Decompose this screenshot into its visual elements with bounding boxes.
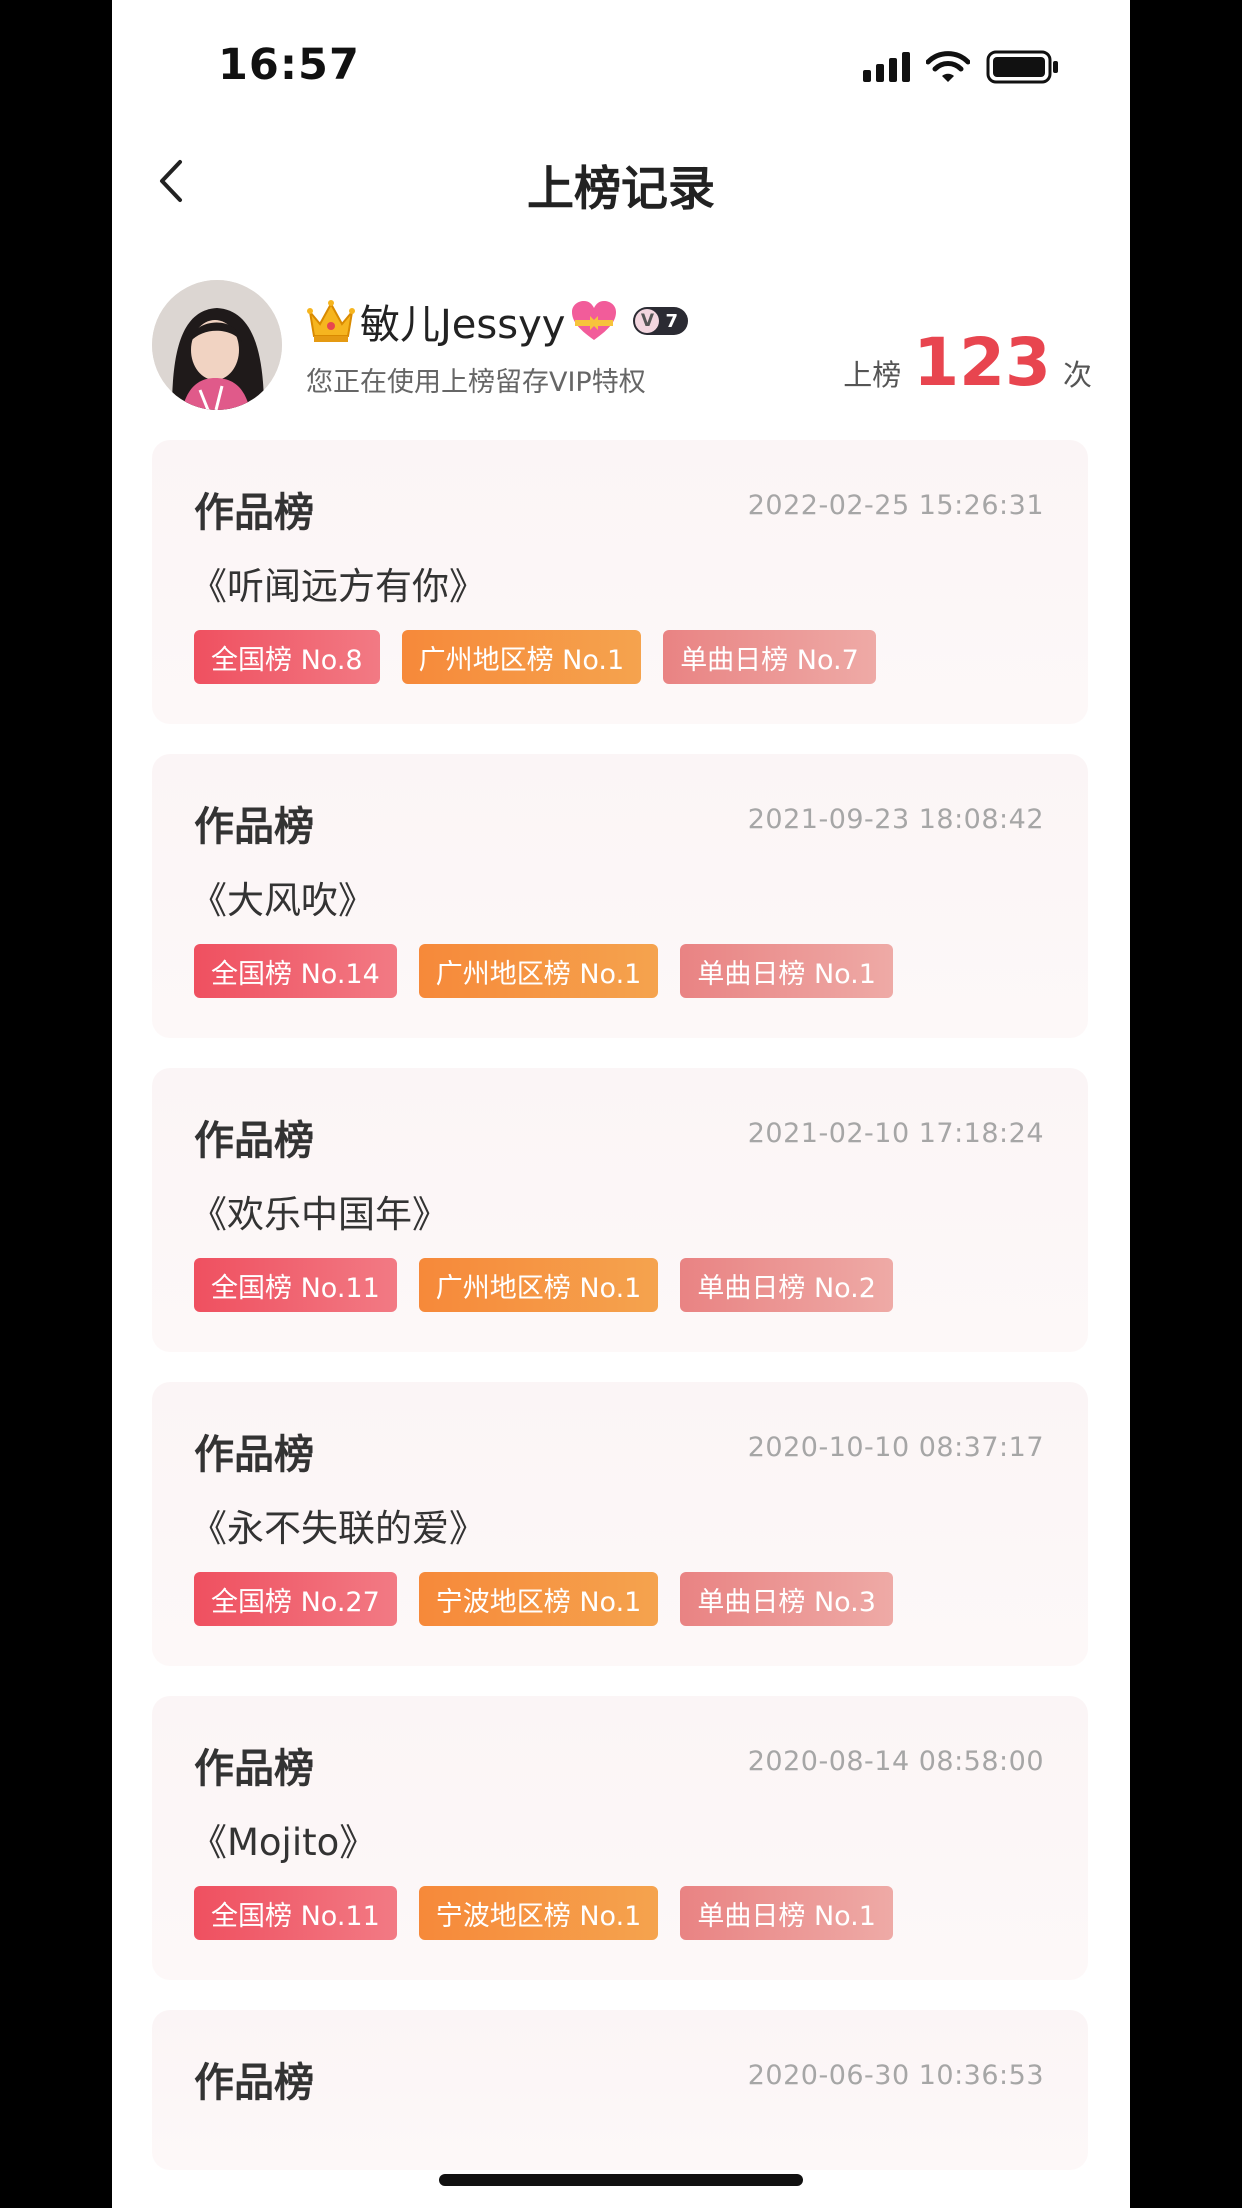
record-card[interactable]: 作品榜 2022-02-25 15:26:31 《听闻远方有你》 全国榜 No.… (152, 440, 1088, 724)
tag-daily[interactable]: 单曲日榜 No.1 (680, 944, 893, 998)
card-time: 2020-08-14 08:58:00 (747, 1746, 1044, 1777)
card-title: 作品榜 (194, 1118, 314, 1164)
heart-icon (569, 298, 619, 344)
tag-row: 全国榜 No.14 广州地区榜 No.1 单曲日榜 No.1 (194, 944, 893, 998)
record-card[interactable]: 作品榜 2020-06-30 10:36:53 (152, 2010, 1088, 2170)
card-title: 作品榜 (194, 804, 314, 850)
rank-number: 123 (913, 324, 1051, 401)
profile-header: 敏儿Jessyy V 7 您正在使用上榜留存VIP特权 上榜 123 次 (152, 280, 1092, 410)
tag-region[interactable]: 广州地区榜 No.1 (418, 944, 659, 998)
record-card[interactable]: 作品榜 2021-09-23 18:08:42 《大风吹》 全国榜 No.14 … (152, 754, 1088, 1038)
tag-daily[interactable]: 单曲日榜 No.7 (663, 630, 876, 684)
tag-row: 全国榜 No.27 宁波地区榜 No.1 单曲日榜 No.3 (194, 1572, 893, 1626)
avatar[interactable] (152, 280, 282, 410)
name-row: 敏儿Jessyy V 7 (306, 292, 688, 350)
wifi-icon (926, 50, 970, 84)
record-card[interactable]: 作品榜 2021-02-10 17:18:24 《欢乐中国年》 全国榜 No.1… (152, 1068, 1088, 1352)
status-time: 16:57 (218, 40, 360, 90)
tag-national[interactable]: 全国榜 No.11 (194, 1886, 397, 1940)
tag-daily[interactable]: 单曲日榜 No.3 (680, 1572, 893, 1626)
tag-national[interactable]: 全国榜 No.27 (194, 1572, 397, 1626)
rank-count: 上榜 123 次 (843, 330, 1092, 396)
card-time: 2020-06-30 10:36:53 (747, 2060, 1044, 2091)
song-title: 《大风吹》 (190, 879, 375, 922)
user-name: 敏儿Jessyy (360, 302, 566, 348)
tag-region[interactable]: 广州地区榜 No.1 (401, 630, 642, 684)
tag-national[interactable]: 全国榜 No.11 (194, 1258, 397, 1312)
record-card[interactable]: 作品榜 2020-10-10 08:37:17 《永不失联的爱》 全国榜 No.… (152, 1382, 1088, 1666)
tag-region[interactable]: 广州地区榜 No.1 (418, 1258, 659, 1312)
card-title: 作品榜 (194, 1432, 314, 1478)
card-time: 2022-02-25 15:26:31 (747, 490, 1044, 521)
card-title: 作品榜 (194, 1746, 314, 1792)
vip-text: 您正在使用上榜留存VIP特权 (306, 367, 646, 398)
home-indicator[interactable] (439, 2174, 803, 2186)
page-title: 上榜记录 (527, 162, 715, 217)
tag-daily[interactable]: 单曲日榜 No.2 (680, 1258, 893, 1312)
card-time: 2021-09-23 18:08:42 (747, 804, 1044, 835)
crown-icon (306, 298, 356, 344)
song-title: 《听闻远方有你》 (190, 565, 486, 608)
song-title: 《永不失联的爱》 (190, 1507, 486, 1550)
app-screen: 16:57 上榜记录 敏儿Jessyy V 7 您正在使用上榜留存VIP特权 上… (112, 0, 1130, 2208)
status-icons (863, 50, 1060, 84)
rank-suffix: 次 (1062, 358, 1092, 392)
song-title: 《Mojito》 (190, 1821, 377, 1864)
tag-national[interactable]: 全国榜 No.14 (194, 944, 397, 998)
card-time: 2020-10-10 08:37:17 (747, 1432, 1044, 1463)
tag-row: 全国榜 No.11 广州地区榜 No.1 单曲日榜 No.2 (194, 1258, 893, 1312)
level-v-icon: V (635, 309, 660, 333)
tag-daily[interactable]: 单曲日榜 No.1 (680, 1886, 893, 1940)
record-card[interactable]: 作品榜 2020-08-14 08:58:00 《Mojito》 全国榜 No.… (152, 1696, 1088, 1980)
card-title: 作品榜 (194, 490, 314, 536)
song-title: 《欢乐中国年》 (190, 1193, 449, 1236)
battery-icon (986, 50, 1060, 84)
card-time: 2021-02-10 17:18:24 (747, 1118, 1044, 1149)
tag-region[interactable]: 宁波地区榜 No.1 (418, 1886, 659, 1940)
level-number: 7 (665, 310, 678, 332)
record-list: 作品榜 2022-02-25 15:26:31 《听闻远方有你》 全国榜 No.… (152, 440, 1088, 2200)
rank-prefix: 上榜 (843, 358, 902, 392)
level-badge: V 7 (633, 307, 688, 335)
card-title: 作品榜 (194, 2060, 314, 2106)
tag-row: 全国榜 No.8 广州地区榜 No.1 单曲日榜 No.7 (194, 630, 876, 684)
tag-row: 全国榜 No.11 宁波地区榜 No.1 单曲日榜 No.1 (194, 1886, 893, 1940)
signal-icon (863, 52, 910, 82)
tag-national[interactable]: 全国榜 No.8 (194, 630, 380, 684)
tag-region[interactable]: 宁波地区榜 No.1 (418, 1572, 659, 1626)
nav-bar: 上榜记录 (112, 140, 1130, 220)
